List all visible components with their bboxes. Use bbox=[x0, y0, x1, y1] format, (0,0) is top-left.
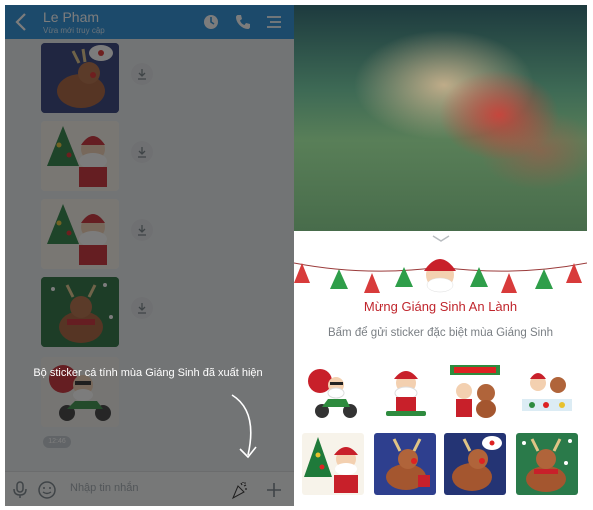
chat-header: Le Pham Vừa mới truy cập bbox=[5, 5, 294, 39]
sticker-message[interactable] bbox=[41, 43, 119, 113]
chevron-left-icon[interactable] bbox=[11, 11, 33, 33]
sticker-santa-tree[interactable] bbox=[302, 433, 364, 495]
promo-title: Mừng Giáng Sinh An Lành bbox=[363, 299, 518, 314]
download-icon[interactable] bbox=[131, 297, 153, 319]
sticker-promo-panel: Mừng Giáng Sinh An Lành Bấm để gửi stick… bbox=[294, 231, 587, 506]
sticker-message[interactable] bbox=[41, 121, 119, 191]
message-input[interactable]: Nhập tin nhắn bbox=[70, 482, 139, 494]
sticker-santa-skateboard[interactable] bbox=[374, 361, 436, 423]
emoji-icon[interactable] bbox=[37, 480, 57, 500]
sticker-message[interactable] bbox=[41, 199, 119, 269]
contact-name[interactable]: Le Pham bbox=[43, 9, 99, 25]
menu-icon[interactable] bbox=[265, 13, 283, 31]
plus-icon[interactable] bbox=[264, 480, 284, 500]
chevron-down-icon[interactable] bbox=[432, 235, 450, 243]
message-timestamp: 12:46 bbox=[43, 436, 71, 448]
sticker-santa-party[interactable] bbox=[516, 361, 578, 423]
phone-icon[interactable] bbox=[234, 13, 252, 31]
sticker-santa-motorbike[interactable] bbox=[302, 361, 364, 423]
sticker-merry-xmas-santa-reindeer[interactable] bbox=[444, 361, 506, 423]
sticker-reindeer-snow[interactable] bbox=[516, 433, 578, 495]
sticker-reindeer-blue[interactable] bbox=[374, 433, 436, 495]
christmas-garland bbox=[294, 250, 587, 293]
promo-subtitle[interactable]: Bấm để gửi sticker đặc biệt mùa Giáng Si… bbox=[294, 327, 587, 339]
blurred-background-photo bbox=[294, 5, 587, 231]
sticker-reindeer-gift-night[interactable] bbox=[444, 433, 506, 495]
message-input-bar: Nhập tin nhắn bbox=[5, 471, 294, 506]
download-icon[interactable] bbox=[131, 63, 153, 85]
contact-status: Vừa mới truy cập bbox=[43, 26, 105, 35]
sticker-message[interactable] bbox=[41, 277, 119, 347]
party-popper-icon[interactable] bbox=[230, 480, 250, 500]
download-icon[interactable] bbox=[131, 219, 153, 241]
microphone-icon[interactable] bbox=[10, 480, 30, 500]
tooltip-text: Bộ sticker cá tính mùa Giáng Sinh đã xuấ… bbox=[33, 367, 263, 379]
download-icon[interactable] bbox=[131, 141, 153, 163]
arrow-icon bbox=[231, 394, 257, 459]
clock-phone-icon[interactable] bbox=[202, 13, 220, 31]
